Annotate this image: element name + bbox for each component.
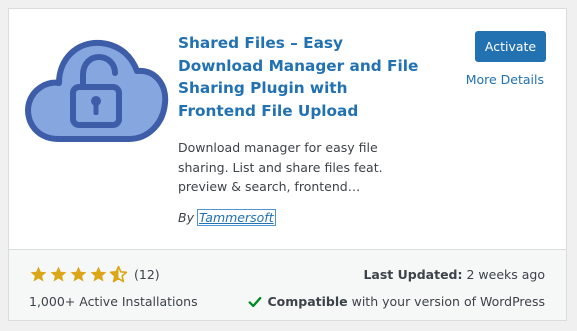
compatibility: Compatible with your version of WordPres… bbox=[248, 294, 545, 309]
checkmark-icon bbox=[249, 296, 262, 307]
plugin-card-bottom: (12) 1,000+ Active Installations Last Up… bbox=[9, 249, 566, 320]
last-updated: Last Updated: 2 weeks ago bbox=[363, 267, 545, 282]
active-installs: 1,000+ Active Installations bbox=[29, 294, 198, 309]
author-link[interactable]: Tammersoft bbox=[196, 209, 276, 226]
star-half-icon bbox=[109, 265, 128, 283]
plugin-description: Download manager for easy file sharing. … bbox=[178, 140, 383, 194]
star-full-icon bbox=[30, 266, 47, 282]
plugin-author: By Tammersoft bbox=[178, 209, 276, 226]
star-full-icon bbox=[50, 266, 67, 282]
more-details-link[interactable]: More Details bbox=[466, 72, 544, 87]
last-updated-value: 2 weeks ago bbox=[466, 267, 546, 282]
plugin-card-top: Shared Files – Easy Download Manager and… bbox=[9, 9, 566, 249]
rating-count: (12) bbox=[134, 267, 160, 282]
plugin-title[interactable]: Shared Files – Easy Download Manager and… bbox=[178, 32, 428, 122]
compat-detail: with your version of WordPress bbox=[351, 294, 545, 309]
star-rating: (12) bbox=[29, 265, 160, 284]
last-updated-label: Last Updated: bbox=[363, 267, 463, 282]
compat-status: Compatible bbox=[267, 294, 348, 309]
author-prefix: By bbox=[178, 210, 194, 225]
activate-button[interactable]: Activate bbox=[475, 31, 546, 62]
cloud-lock-icon[interactable] bbox=[19, 31, 169, 151]
star-full-icon bbox=[70, 266, 87, 282]
star-full-icon bbox=[90, 266, 107, 282]
plugin-card: Shared Files – Easy Download Manager and… bbox=[8, 8, 567, 321]
